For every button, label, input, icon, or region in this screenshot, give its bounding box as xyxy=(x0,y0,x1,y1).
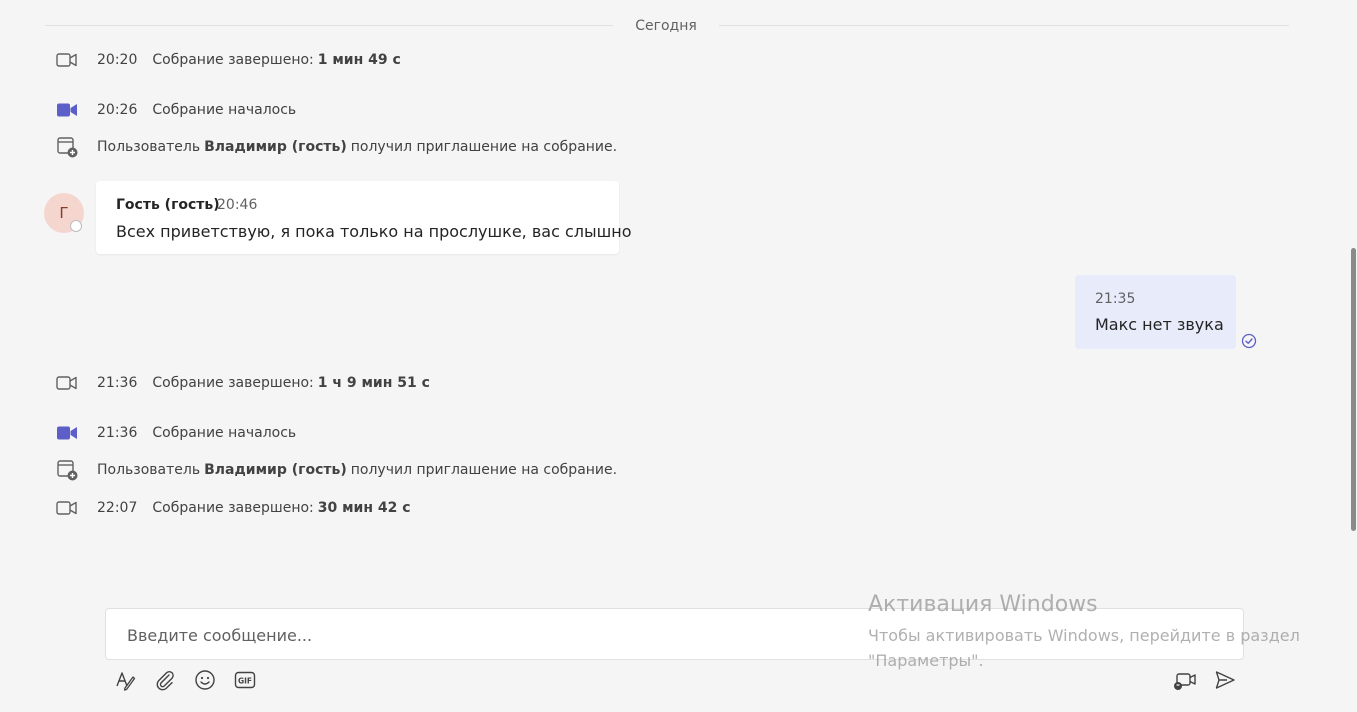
event-text: Собрание началось xyxy=(152,102,297,118)
meeting-ended-event: 21:36 Собрание завершено: 1 ч 9 мин 51 с xyxy=(55,371,430,395)
calendar-add-icon xyxy=(55,458,79,482)
video-filled-icon xyxy=(55,98,79,122)
compose-box[interactable] xyxy=(105,608,1244,661)
message-time: 20:46 xyxy=(217,197,258,213)
invite-prefix: Пользователь xyxy=(97,462,201,478)
meet-now-icon xyxy=(1173,669,1197,695)
meeting-started-event: 21:36 Собрание началось xyxy=(55,421,296,445)
presence-status-icon xyxy=(70,220,82,232)
invite-prefix: Пользователь xyxy=(97,139,201,155)
invite-suffix: получил приглашение на собрание. xyxy=(350,462,618,478)
video-filled-icon xyxy=(55,421,79,445)
event-text: Собрание завершено: xyxy=(152,375,314,391)
event-text: Собрание началось xyxy=(152,425,297,441)
gif-icon: GIF xyxy=(234,669,256,695)
attach-icon xyxy=(154,669,176,695)
calendar-add-icon xyxy=(55,135,79,159)
event-time: 21:36 xyxy=(97,375,138,391)
attach-button[interactable] xyxy=(152,669,178,695)
event-time: 20:20 xyxy=(97,52,138,68)
event-duration: 30 мин 42 с xyxy=(317,500,411,516)
invite-suffix: получил приглашение на собрание. xyxy=(350,139,618,155)
emoji-icon xyxy=(194,669,216,695)
date-divider: Сегодня xyxy=(635,18,697,34)
format-button[interactable] xyxy=(112,669,138,695)
gif-button[interactable]: GIF xyxy=(232,669,258,695)
scrollbar-thumb[interactable] xyxy=(1351,248,1356,531)
emoji-button[interactable] xyxy=(192,669,218,695)
video-outline-icon xyxy=(55,48,79,72)
event-text: Собрание завершено: xyxy=(152,500,314,516)
video-outline-icon xyxy=(55,496,79,520)
invite-text: Пользователь Владимир (гость) получил приг… xyxy=(97,462,617,478)
event-time: 20:26 xyxy=(97,102,138,118)
svg-text:GIF: GIF xyxy=(238,677,252,686)
message-text: Макс нет звука xyxy=(1095,315,1224,334)
message-time: 21:35 xyxy=(1095,291,1136,307)
format-icon xyxy=(114,669,136,695)
invite-text: Пользователь Владимир (гость) получил приг… xyxy=(97,139,617,155)
outgoing-message[interactable]: 21:35 Макс нет звука xyxy=(1075,275,1236,349)
send-icon xyxy=(1214,669,1236,695)
event-duration: 1 ч 9 мин 51 с xyxy=(317,375,430,391)
read-check-icon xyxy=(1241,333,1257,349)
event-time: 21:36 xyxy=(97,425,138,441)
invite-event: Пользователь Владимир (гость) получил приг… xyxy=(55,135,617,159)
invite-user[interactable]: Владимир (гость) xyxy=(204,462,347,478)
event-duration: 1 мин 49 с xyxy=(317,52,401,68)
message-input[interactable] xyxy=(125,609,1229,661)
message-author[interactable]: Гость (гость) xyxy=(116,197,220,213)
video-outline-icon xyxy=(55,371,79,395)
event-text: Собрание завершено: xyxy=(152,52,314,68)
meeting-ended-event: 22:07 Собрание завершено: 30 мин 42 с xyxy=(55,496,411,520)
date-divider-line-left xyxy=(45,25,613,26)
invite-user[interactable]: Владимир (гость) xyxy=(204,139,347,155)
meeting-ended-event: 20:20 Собрание завершено: 1 мин 49 с xyxy=(55,48,401,72)
send-button[interactable] xyxy=(1212,669,1238,695)
incoming-message[interactable]: Гость (гость) 20:46 Всех приветствую, я … xyxy=(96,181,632,254)
message-text: Всех приветствую, я пока только на просл… xyxy=(116,222,632,241)
meeting-started-event: 20:26 Собрание началось xyxy=(55,98,296,122)
meet-now-button[interactable] xyxy=(1172,669,1198,695)
avatar-initial: Г xyxy=(59,204,69,222)
date-divider-line-right xyxy=(719,25,1289,26)
event-time: 22:07 xyxy=(97,500,138,516)
invite-event: Пользователь Владимир (гость) получил приг… xyxy=(55,458,617,482)
